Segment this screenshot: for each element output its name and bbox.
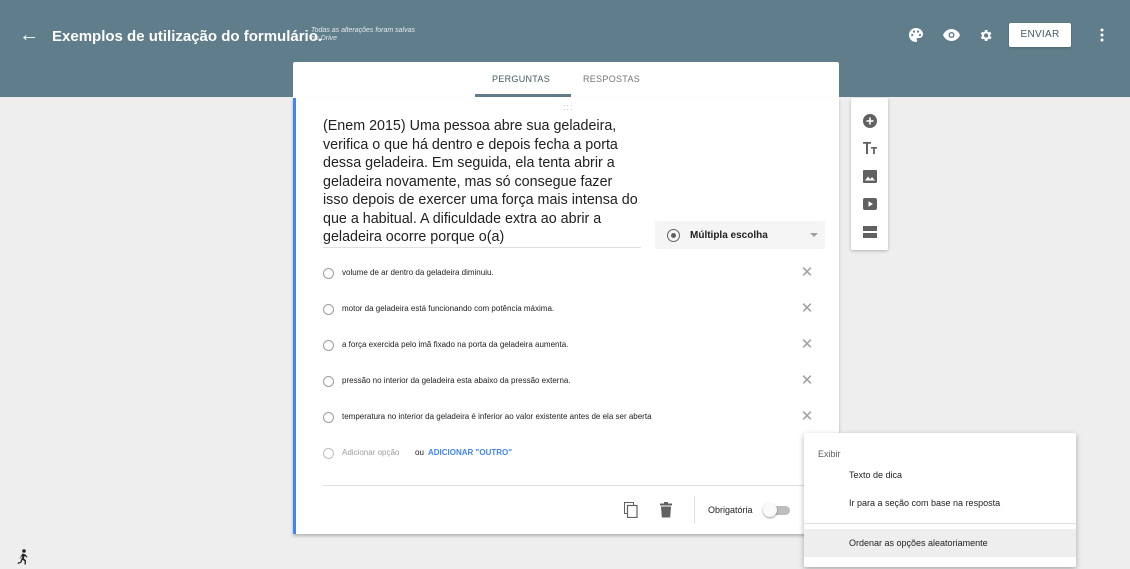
close-icon[interactable]: ✕ (800, 336, 814, 354)
eye-icon[interactable] (942, 26, 960, 44)
question-type-dropdown[interactable]: Múltipla escolha (655, 221, 825, 249)
option-row[interactable]: a força exercida pelo imã fixado na port… (323, 336, 823, 356)
menu-divider (804, 523, 1076, 524)
add-option-input[interactable]: Adicionar opção (342, 448, 399, 457)
menu-item-shuffle-options[interactable]: Ordenar as opções aleatoriamente (804, 529, 1076, 557)
required-toggle[interactable] (763, 503, 790, 517)
add-circle-icon[interactable] (862, 113, 878, 129)
drag-handle-icon[interactable]: ::: (563, 102, 574, 112)
image-icon[interactable] (862, 168, 878, 184)
accessibility-icon[interactable] (16, 549, 30, 565)
menu-header: Exibir (818, 449, 841, 459)
add-other-link[interactable]: ADICIONAR "OUTRO" (428, 448, 512, 457)
radio-circle-icon (323, 412, 334, 423)
duplicate-icon[interactable] (624, 502, 638, 519)
active-tab-indicator (475, 94, 571, 97)
option-text[interactable]: pressão no interior da geladeira esta ab… (342, 376, 571, 385)
option-row[interactable]: temperatura no interior da geladeira é i… (323, 408, 823, 428)
option-text[interactable]: temperatura no interior da geladeira é i… (342, 412, 652, 421)
option-row[interactable]: volume de ar dentro da geladeira diminui… (323, 264, 823, 284)
add-option-row: Adicionar opção ou ADICIONAR "OUTRO" (323, 444, 623, 464)
radio-circle-icon (323, 340, 334, 351)
tab-respostas[interactable]: RESPOSTAS (583, 74, 640, 84)
send-button[interactable]: ENVIAR (1009, 23, 1071, 47)
option-text[interactable]: motor da geladeira está funcionando com … (342, 304, 554, 313)
trash-icon[interactable] (660, 502, 672, 518)
close-icon[interactable]: ✕ (800, 300, 814, 318)
radio-circle-icon (323, 268, 334, 279)
close-icon[interactable]: ✕ (800, 408, 814, 426)
more-vert-icon[interactable] (1094, 26, 1110, 44)
radio-circle-icon (323, 304, 334, 315)
gear-icon[interactable] (976, 26, 994, 44)
menu-item-hint-text[interactable]: Texto de dica (804, 461, 1076, 489)
save-status: Todas as alterações foram salvas no Driv… (311, 27, 416, 42)
question-title-underline (323, 247, 641, 248)
option-row[interactable]: motor da geladeira está funcionando com … (323, 300, 823, 320)
or-label: ou (415, 448, 424, 457)
radio-circle-icon (323, 448, 334, 459)
footer-divider (694, 496, 695, 524)
tabs-bar: PERGUNTAS RESPOSTAS (293, 62, 839, 98)
form-title[interactable]: Exemplos de utilização do formulário. (52, 28, 322, 45)
video-icon[interactable] (862, 196, 878, 212)
toggle-thumb (763, 503, 777, 517)
card-divider (323, 485, 823, 486)
question-title-input[interactable]: (Enem 2015) Uma pessoa abre sua geladeir… (323, 117, 641, 247)
radio-button-icon (667, 229, 680, 242)
side-toolbar (851, 98, 888, 250)
required-label: Obrigatória (708, 505, 753, 515)
tab-perguntas[interactable]: PERGUNTAS (492, 74, 550, 84)
option-row[interactable]: pressão no interior da geladeira esta ab… (323, 372, 823, 392)
radio-circle-icon (323, 376, 334, 387)
question-type-label: Múltipla escolha (690, 230, 768, 241)
palette-icon[interactable] (907, 26, 925, 44)
menu-item-go-to-section[interactable]: Ir para a seção com base na resposta (804, 489, 1076, 517)
section-icon[interactable] (862, 224, 878, 240)
question-card[interactable]: ::: (Enem 2015) Uma pessoa abre sua gela… (293, 98, 839, 534)
chevron-down-icon (810, 233, 818, 237)
option-text[interactable]: volume de ar dentro da geladeira diminui… (342, 268, 494, 277)
close-icon[interactable]: ✕ (800, 264, 814, 282)
option-text[interactable]: a força exercida pelo imã fixado na port… (342, 340, 568, 349)
arrow-back-icon[interactable]: ← (18, 24, 40, 46)
title-icon[interactable] (862, 140, 878, 156)
question-options-menu: Exibir Texto de dica Ir para a seção com… (804, 433, 1076, 567)
close-icon[interactable]: ✕ (800, 372, 814, 390)
